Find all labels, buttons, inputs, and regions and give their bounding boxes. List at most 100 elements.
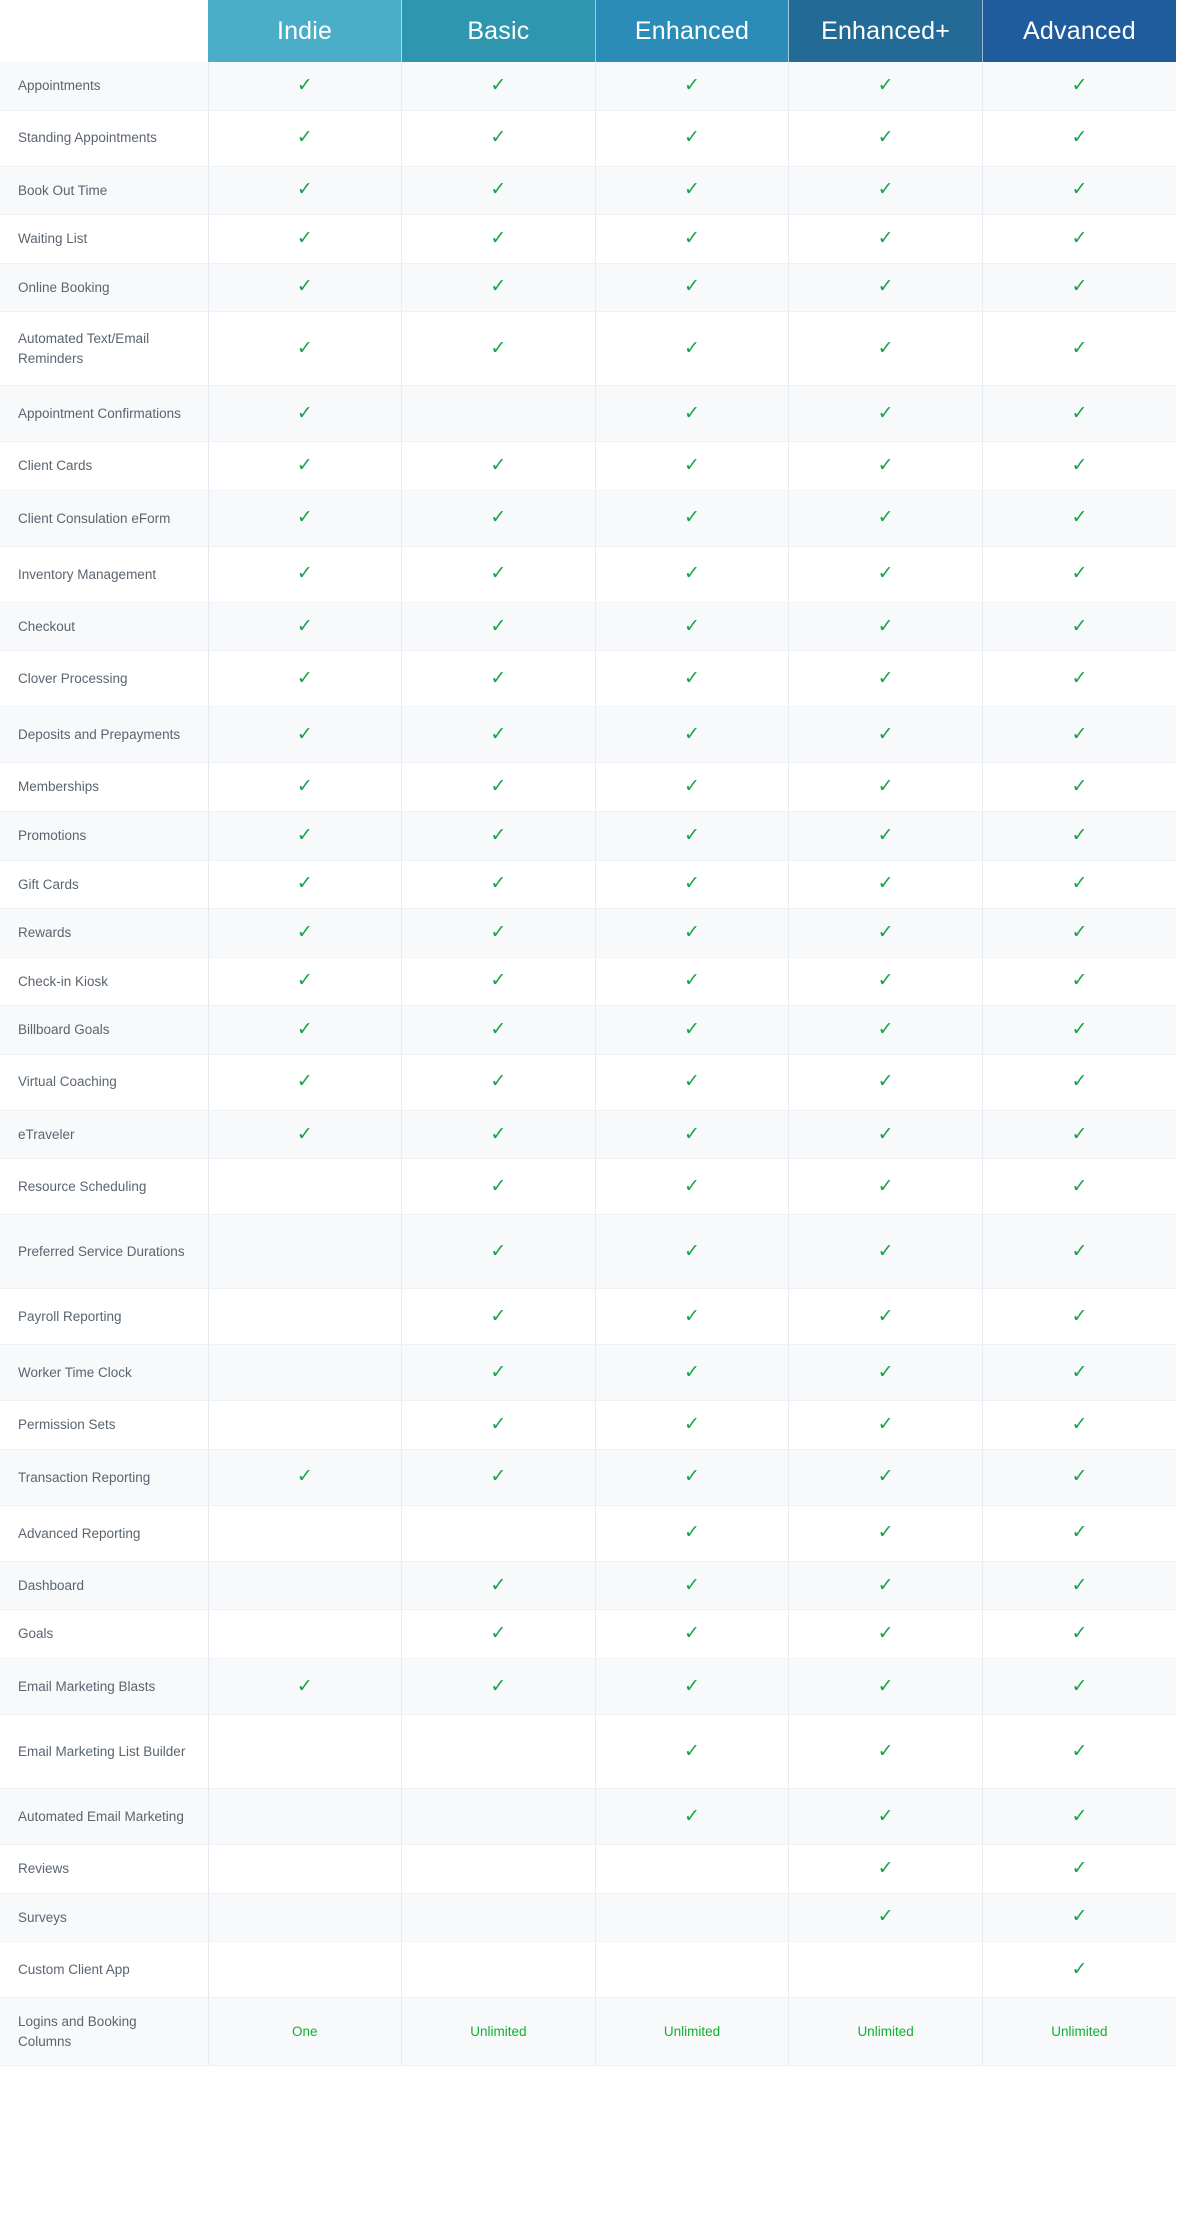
table-row: Appointment Confirmations ✓ ✓ ✓ ✓	[0, 385, 1176, 443]
check-icon: ✓	[684, 1174, 700, 1197]
check-icon: ✓	[684, 336, 700, 359]
check-icon: ✓	[684, 275, 700, 298]
feature-included-check-indie: ✓	[208, 62, 403, 111]
feature-included-check-advanced: ✓	[982, 706, 1176, 764]
plan-comparison-container: Indie Basic Enhanced Enhanced+ Advanced Appo…	[0, 0, 1196, 2067]
feature-included-check-advanced: ✓	[982, 1005, 1176, 1055]
check-icon: ✓	[877, 1413, 894, 1436]
plan-column-header-advanced[interactable]: Advanced	[982, 0, 1176, 62]
table-row: Automated Email Marketing ✓ ✓ ✓	[0, 1788, 1176, 1845]
check-icon: ✓	[1071, 1465, 1088, 1488]
check-icon: ✓	[684, 1017, 700, 1040]
table-row: Book Out Time ✓ ✓ ✓ ✓ ✓	[0, 166, 1176, 216]
check-icon: ✓	[1071, 823, 1088, 846]
plan-column-header-indie[interactable]: Indie	[208, 0, 403, 62]
feature-included-check-enhanced_plus: ✓	[788, 1400, 983, 1450]
check-icon: ✓	[1071, 1957, 1088, 1980]
check-icon: ✓	[684, 666, 700, 689]
check-icon: ✓	[684, 1804, 700, 1827]
feature-included-check-advanced: ✓	[982, 1788, 1176, 1845]
plan-feature-comparison-table: Indie Basic Enhanced Enhanced+ Advanced Appo…	[0, 0, 1176, 2067]
feature-included-check-basic: ✓	[401, 602, 596, 652]
check-icon: ✓	[296, 872, 313, 895]
feature-included-check-enhanced: ✓	[595, 860, 790, 910]
feature-included-check-advanced: ✓	[982, 62, 1176, 111]
empty-cell	[691, 1973, 692, 1974]
feature-included-check-enhanced_plus: ✓	[788, 166, 983, 216]
feature-label: Preferred Service Durations	[0, 1214, 209, 1290]
feature-included-check-enhanced_plus: ✓	[788, 263, 983, 313]
check-icon: ✓	[877, 969, 894, 992]
check-icon: ✓	[296, 722, 313, 745]
check-icon: ✓	[684, 401, 700, 424]
feature-label: Check-in Kiosk	[0, 957, 209, 1007]
check-icon: ✓	[490, 275, 507, 298]
table-row: Surveys ✓ ✓	[0, 1893, 1176, 1943]
feature-not-included-indie	[208, 1288, 403, 1346]
plan-column-header-basic[interactable]: Basic	[401, 0, 596, 62]
feature-included-check-basic: ✓	[401, 1158, 596, 1216]
feature-not-included-indie	[208, 1788, 403, 1845]
feature-not-included-indie	[208, 1844, 403, 1894]
feature-label: Memberships	[0, 762, 209, 812]
check-icon: ✓	[1071, 1413, 1088, 1436]
empty-cell	[498, 1536, 499, 1537]
check-icon: ✓	[296, 401, 313, 424]
check-icon: ✓	[296, 920, 313, 943]
feature-included-check-basic: ✓	[401, 1400, 596, 1450]
feature-included-check-enhanced_plus: ✓	[788, 1893, 983, 1943]
feature-not-included-enhanced	[595, 1844, 790, 1894]
check-icon: ✓	[877, 1674, 894, 1697]
feature-included-check-advanced: ✓	[982, 1110, 1176, 1160]
feature-included-check-indie: ✓	[208, 546, 403, 603]
check-icon: ✓	[684, 1739, 700, 1762]
feature-included-check-enhanced: ✓	[595, 1400, 790, 1450]
feature-included-check-indie: ✓	[208, 1449, 403, 1506]
feature-not-included-basic	[401, 385, 596, 443]
check-icon: ✓	[1071, 872, 1088, 895]
feature-included-check-enhanced: ✓	[595, 706, 790, 764]
check-icon: ✓	[684, 1070, 700, 1093]
feature-included-check-indie: ✓	[208, 706, 403, 764]
feature-included-check-enhanced: ✓	[595, 1110, 790, 1160]
empty-cell	[304, 1428, 305, 1429]
feature-label: Email Marketing List Builder	[0, 1714, 209, 1789]
feature-included-check-enhanced_plus: ✓	[788, 1344, 983, 1402]
feature-value-advanced: Unlimited	[982, 1997, 1176, 2067]
feature-included-check-enhanced_plus: ✓	[788, 762, 983, 812]
feature-included-check-enhanced_plus: ✓	[788, 311, 983, 387]
check-icon: ✓	[1071, 1174, 1088, 1197]
check-icon: ✓	[684, 562, 700, 585]
feature-value-text: Unlimited	[663, 2023, 721, 2039]
check-icon: ✓	[684, 1521, 700, 1544]
feature-label: Online Booking	[0, 263, 209, 313]
feature-included-check-enhanced: ✓	[595, 811, 790, 861]
check-icon: ✓	[490, 1239, 507, 1262]
check-icon: ✓	[877, 1070, 894, 1093]
plan-column-header-enhanced_plus[interactable]: Enhanced+	[788, 0, 983, 62]
feature-included-check-basic: ✓	[401, 1609, 596, 1659]
check-icon: ✓	[1071, 969, 1088, 992]
feature-included-check-enhanced: ✓	[595, 62, 790, 111]
check-icon: ✓	[877, 920, 894, 943]
feature-included-check-advanced: ✓	[982, 811, 1176, 861]
check-icon: ✓	[296, 226, 313, 249]
check-icon: ✓	[490, 506, 507, 529]
plan-column-header-enhanced[interactable]: Enhanced	[595, 0, 790, 62]
check-icon: ✓	[684, 969, 700, 992]
feature-included-check-enhanced_plus: ✓	[788, 214, 983, 264]
check-icon: ✓	[1071, 401, 1088, 424]
check-icon: ✓	[296, 562, 313, 585]
feature-included-check-enhanced: ✓	[595, 1505, 790, 1562]
table-row: Permission Sets ✓ ✓ ✓ ✓	[0, 1400, 1176, 1450]
feature-included-check-enhanced_plus: ✓	[788, 1844, 983, 1894]
check-icon: ✓	[877, 1360, 894, 1383]
feature-not-included-indie	[208, 1941, 403, 1999]
check-icon: ✓	[1071, 722, 1088, 745]
feature-included-check-enhanced_plus: ✓	[788, 650, 983, 708]
check-icon: ✓	[1071, 614, 1088, 637]
feature-label: Email Marketing Blasts	[0, 1658, 209, 1715]
check-icon: ✓	[490, 1674, 507, 1697]
empty-cell	[498, 417, 499, 418]
feature-included-check-advanced: ✓	[982, 490, 1176, 547]
